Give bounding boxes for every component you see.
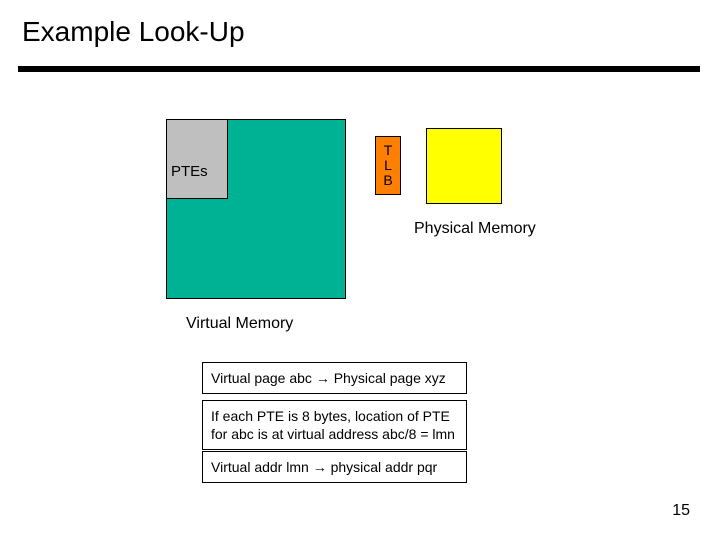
pte-box: PTEs [166, 119, 228, 199]
tlb-letter-t: T [384, 143, 393, 158]
explain-1-post: Physical page xyz [330, 370, 446, 386]
explain-row-2: If each PTE is 8 bytes, location of PTE … [202, 400, 467, 450]
explain-3-pre: Virtual addr lmn [211, 459, 313, 475]
explain-1-pre: Virtual page abc [211, 370, 316, 386]
arrow-icon: → [313, 458, 327, 476]
physical-memory-label: Physical Memory [414, 220, 536, 238]
explain-row-1: Virtual page abc → Physical page xyz [202, 362, 467, 394]
tlb-letter-l: L [384, 158, 392, 173]
tlb-letter-b: B [383, 173, 392, 188]
arrow-icon: → [316, 369, 330, 387]
virtual-memory-label: Virtual Memory [186, 315, 293, 333]
page-number: 15 [672, 502, 690, 520]
explain-row-3: Virtual addr lmn → physical addr pqr [202, 451, 467, 483]
tlb-box: T L B [375, 136, 401, 195]
pte-label: PTEs [167, 139, 208, 180]
physical-memory-box [426, 128, 502, 204]
title-rule [18, 66, 700, 72]
explain-2-text: If each PTE is 8 bytes, location of PTE … [211, 408, 455, 442]
explain-3-post: physical addr pqr [327, 459, 438, 475]
slide-title: Example Look-Up [22, 16, 245, 48]
